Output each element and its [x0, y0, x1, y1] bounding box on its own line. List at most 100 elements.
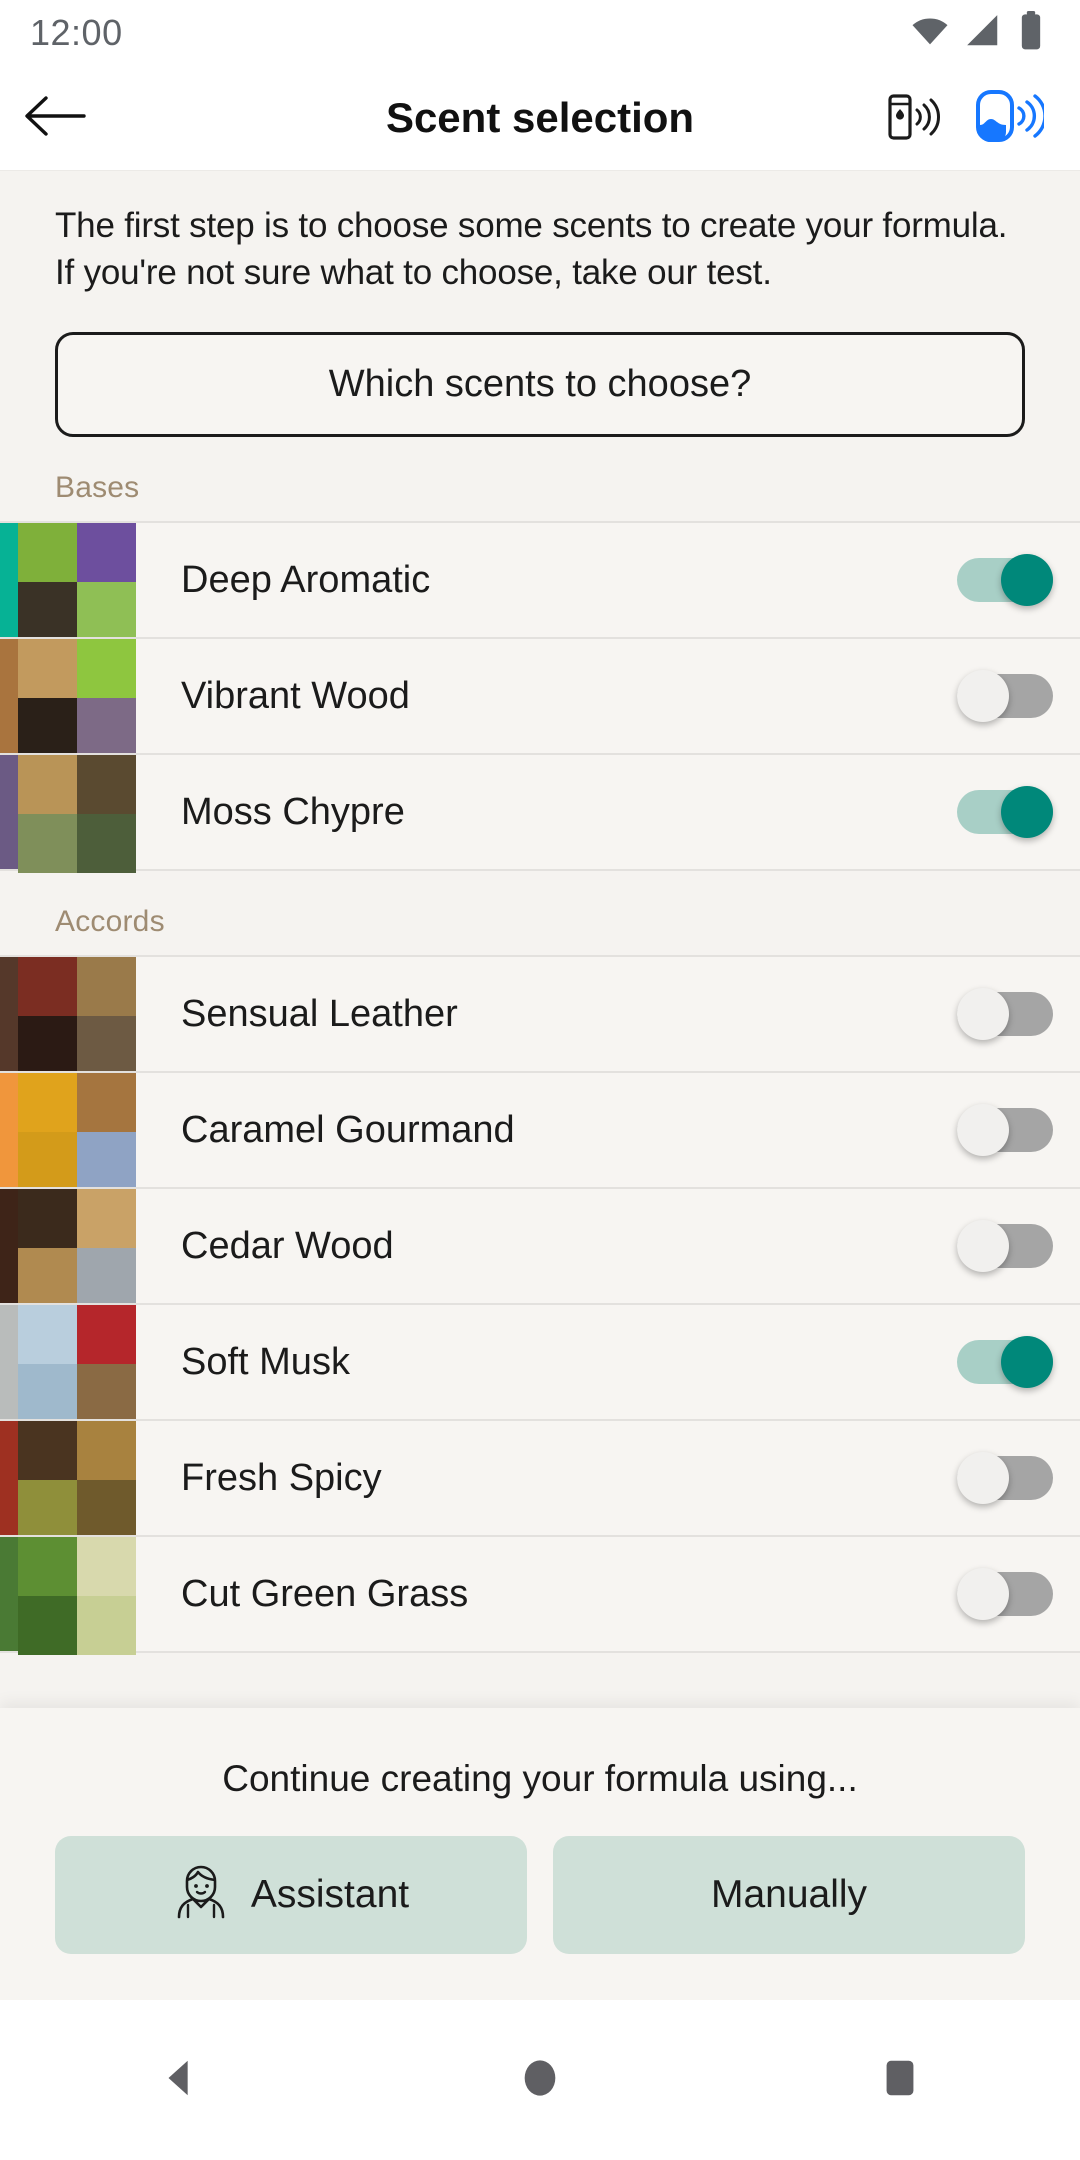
- scent-thumbnail-tile: [77, 957, 136, 1017]
- scent-thumbnail-tile: [18, 957, 77, 1017]
- scent-toggle[interactable]: [957, 988, 1053, 1041]
- scent-toggle-wrap: [930, 1421, 1080, 1535]
- scent-accent-bar: [0, 1305, 18, 1420]
- main-content: The first step is to choose some scents …: [0, 171, 1080, 1868]
- assistant-button[interactable]: Assistant: [55, 1836, 527, 1954]
- scent-accent-bar: [0, 1073, 18, 1188]
- scent-toggle[interactable]: [957, 1568, 1053, 1621]
- bottom-panel-title: Continue creating your formula using...: [222, 1758, 858, 1799]
- scent-toggle-thumb: [957, 988, 1009, 1041]
- which-scents-button[interactable]: Which scents to choose?: [55, 332, 1025, 438]
- scent-thumbnail-tile: [18, 1189, 77, 1249]
- scent-toggle-wrap: [930, 523, 1080, 637]
- scent-thumbnail-tile: [77, 698, 136, 758]
- arrow-left-icon: [24, 93, 86, 144]
- scent-toggle[interactable]: [957, 1452, 1053, 1505]
- scent-row[interactable]: Vibrant Wood: [0, 637, 1080, 758]
- scent-accent-bar: [0, 957, 18, 1072]
- scent-thumbnail-tile: [77, 1016, 136, 1076]
- app-bar: Scent selection: [0, 66, 1080, 171]
- scent-list: Deep Aromatic Vibrant Wood Moss Chypre: [0, 521, 1080, 874]
- scent-thumbnail-tile: [18, 1016, 77, 1076]
- status-bar: 12:00: [0, 0, 1080, 66]
- diffuser-wireless-icon[interactable]: [974, 87, 1047, 150]
- scent-thumbnail-tile: [77, 814, 136, 874]
- scent-thumbnail: [18, 639, 136, 758]
- recents-nav-icon: [877, 2055, 923, 2106]
- scent-thumbnail-tile: [18, 1480, 77, 1540]
- scent-thumbnail-tile: [77, 1132, 136, 1192]
- scent-accent-bar: [0, 1421, 18, 1536]
- scent-name: Deep Aromatic: [181, 558, 431, 601]
- scent-thumbnail-tile: [77, 639, 136, 699]
- app-bar-actions: [884, 87, 1080, 150]
- scent-thumbnail-tile: [18, 523, 77, 583]
- scent-row[interactable]: Fresh Spicy: [0, 1419, 1080, 1540]
- manually-button[interactable]: Manually: [553, 1836, 1025, 1954]
- assistant-button-label: Assistant: [250, 1873, 410, 1916]
- scent-thumbnail: [18, 755, 136, 874]
- scent-thumbnail-tile: [18, 1537, 77, 1597]
- scent-toggle[interactable]: [957, 670, 1053, 723]
- scent-toggle[interactable]: [957, 554, 1053, 607]
- bottom-panel-buttons: Assistant Manually: [0, 1800, 1080, 1954]
- scent-accent-bar: [0, 523, 18, 638]
- scent-thumbnail-tile: [18, 755, 77, 815]
- back-nav-icon: [157, 2055, 203, 2106]
- intro-text: The first step is to choose some scents …: [55, 206, 1008, 292]
- scent-thumbnail-tile: [18, 1248, 77, 1308]
- scent-thumbnail-tile: [77, 582, 136, 642]
- scent-row[interactable]: Cut Green Grass: [0, 1535, 1080, 1656]
- manually-button-label: Manually: [710, 1873, 868, 1916]
- scent-toggle[interactable]: [957, 1104, 1053, 1157]
- scent-row[interactable]: Deep Aromatic: [0, 521, 1080, 642]
- bottom-action-panel: Continue creating your formula using... …: [0, 1708, 1080, 2000]
- scent-thumbnail-tile: [77, 523, 136, 583]
- which-scents-button-label: Which scents to choose?: [328, 363, 752, 406]
- home-nav-button[interactable]: [440, 2055, 640, 2106]
- scent-toggle-wrap: [930, 957, 1080, 1071]
- cartridge-wireless-icon[interactable]: [884, 88, 946, 149]
- back-button[interactable]: [0, 93, 110, 144]
- section-label: Bases: [55, 471, 140, 505]
- scent-toggle-wrap: [930, 1189, 1080, 1303]
- section-label: Accords: [55, 905, 165, 939]
- scent-thumbnail-tile: [18, 1073, 77, 1133]
- scent-thumbnail: [18, 1421, 136, 1540]
- scent-toggle[interactable]: [957, 1220, 1053, 1273]
- scent-thumbnail-tile: [18, 698, 77, 758]
- status-icons: [910, 10, 1046, 56]
- scent-accent-bar: [0, 755, 18, 870]
- scent-toggle[interactable]: [957, 1336, 1053, 1389]
- scent-accent-bar: [0, 639, 18, 754]
- scent-name: Moss Chypre: [181, 790, 405, 833]
- scent-name: Cut Green Grass: [181, 1572, 469, 1615]
- scent-row[interactable]: Moss Chypre: [0, 753, 1080, 874]
- scent-toggle-thumb: [957, 1220, 1009, 1273]
- recents-nav-button[interactable]: [800, 2055, 1000, 2106]
- back-nav-button[interactable]: [80, 2055, 280, 2106]
- cellular-signal-icon: [964, 12, 1002, 55]
- scent-toggle-thumb: [957, 1452, 1009, 1505]
- scent-row[interactable]: Caramel Gourmand: [0, 1071, 1080, 1192]
- scent-thumbnail-tile: [77, 1305, 136, 1365]
- scent-toggle[interactable]: [957, 786, 1053, 839]
- scent-name: Soft Musk: [181, 1340, 350, 1383]
- scent-row[interactable]: Soft Musk: [0, 1303, 1080, 1424]
- scent-toggle-thumb: [1001, 786, 1053, 839]
- scent-thumbnail-tile: [18, 814, 77, 874]
- scent-thumbnail-tile: [18, 1421, 77, 1481]
- wifi-icon: [910, 11, 950, 56]
- assistant-avatar-icon: [173, 1861, 229, 1929]
- scent-thumbnail-tile: [77, 1596, 136, 1656]
- scent-row[interactable]: Cedar Wood: [0, 1187, 1080, 1308]
- scent-name: Sensual Leather: [181, 992, 458, 1035]
- scent-row[interactable]: Sensual Leather: [0, 955, 1080, 1076]
- scent-thumbnail: [18, 1073, 136, 1192]
- scent-thumbnail-tile: [77, 1480, 136, 1540]
- scent-thumbnail-tile: [77, 755, 136, 815]
- scent-thumbnail-tile: [77, 1248, 136, 1308]
- scent-toggle-wrap: [930, 1073, 1080, 1187]
- scent-toggle-wrap: [930, 639, 1080, 753]
- scent-thumbnail-tile: [18, 1364, 77, 1424]
